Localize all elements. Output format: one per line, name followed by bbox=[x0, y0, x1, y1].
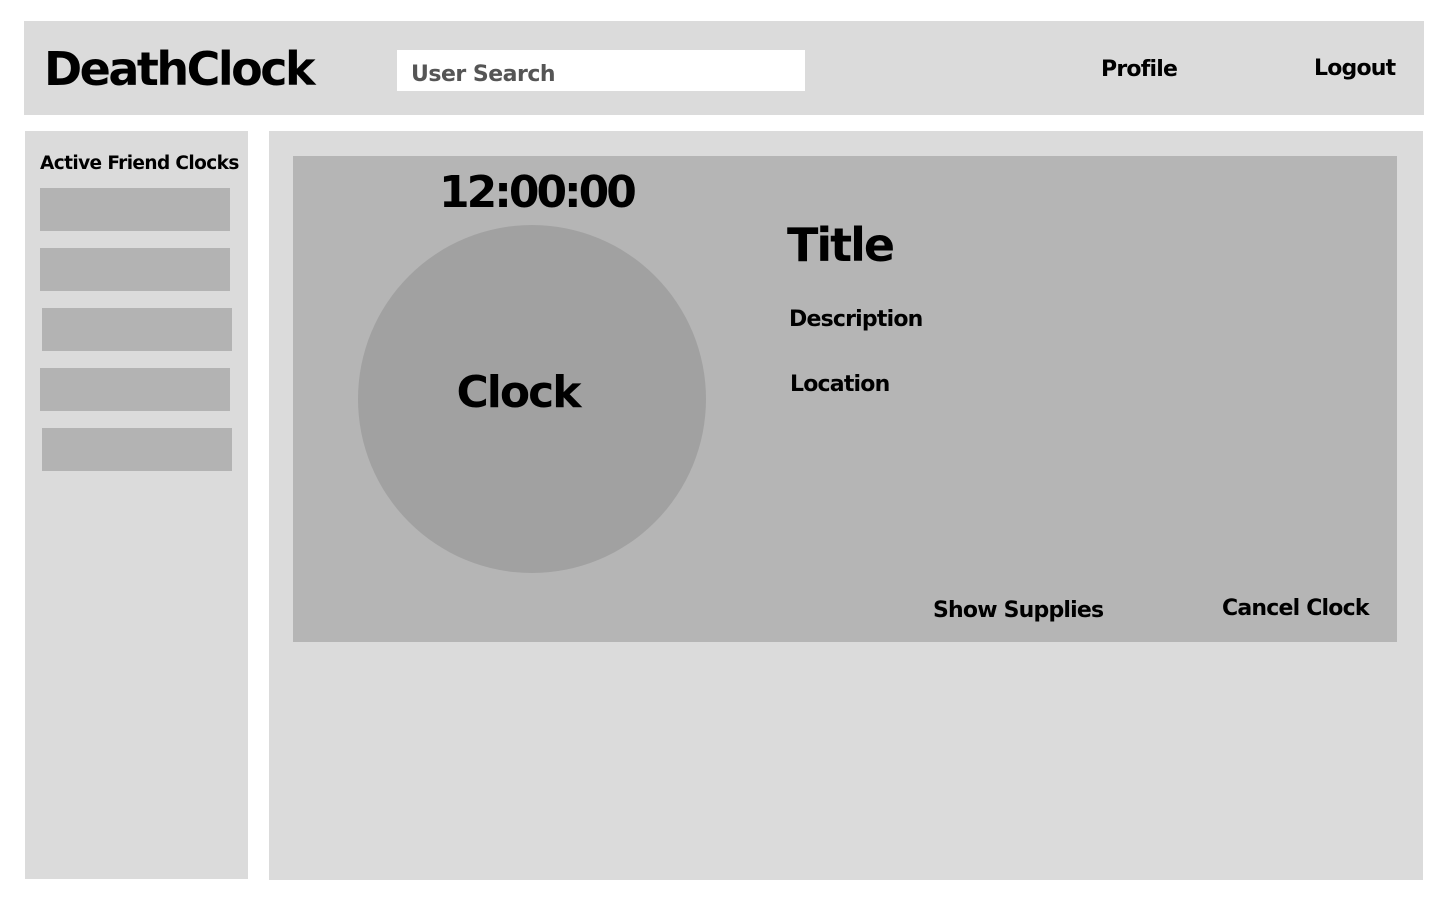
sidebar-title: Active Friend Clocks bbox=[40, 153, 239, 174]
clock-location: Location bbox=[790, 372, 890, 397]
countdown-timer: 12:00:00 bbox=[439, 167, 637, 218]
clock-description: Description bbox=[789, 307, 923, 332]
clock-face: Clock bbox=[358, 225, 706, 573]
friend-clock-item[interactable] bbox=[40, 188, 230, 231]
top-header: DeathClock Profile Logout bbox=[24, 21, 1424, 115]
friend-clock-item[interactable] bbox=[42, 428, 232, 471]
clock-title: Title bbox=[787, 218, 895, 272]
clock-card: 12:00:00 Clock Title Description Locatio… bbox=[293, 156, 1397, 642]
friend-clock-item[interactable] bbox=[42, 308, 232, 351]
friend-clock-item[interactable] bbox=[40, 248, 230, 291]
cancel-clock-button[interactable]: Cancel Clock bbox=[1222, 594, 1370, 624]
app-logo-title[interactable]: DeathClock bbox=[44, 39, 316, 99]
user-search-input[interactable] bbox=[411, 50, 791, 95]
logout-link[interactable]: Logout bbox=[1314, 54, 1396, 84]
profile-link[interactable]: Profile bbox=[1101, 55, 1178, 85]
clock-label: Clock bbox=[456, 367, 582, 418]
friend-clocks-sidebar: Active Friend Clocks bbox=[25, 131, 248, 879]
friend-clock-item[interactable] bbox=[40, 368, 230, 411]
main-content: 12:00:00 Clock Title Description Locatio… bbox=[269, 131, 1423, 880]
user-search-box[interactable] bbox=[397, 50, 805, 95]
show-supplies-button[interactable]: Show Supplies bbox=[933, 596, 1104, 626]
